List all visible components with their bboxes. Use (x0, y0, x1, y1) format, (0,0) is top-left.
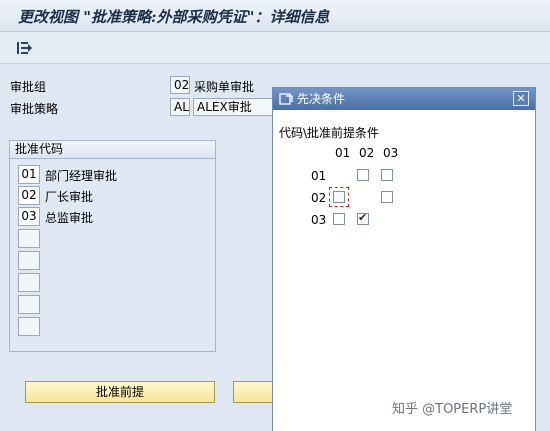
approval-strategy-desc: ALEX审批 (193, 98, 273, 116)
release-codes-panel: 批准代码 01 部门经理审批 02 厂长审批 03 总监审批 (9, 140, 216, 352)
release-code-cell-empty[interactable] (18, 229, 40, 248)
approval-group-desc: 采购单审批 (194, 80, 255, 94)
list-item[interactable]: 03 总监审批 (18, 207, 208, 227)
release-code-cell-empty[interactable] (18, 317, 40, 336)
close-button[interactable]: ✕ (513, 91, 529, 106)
release-code-cell[interactable]: 03 (18, 207, 40, 226)
column-header: 03 (383, 146, 399, 160)
dialog-title-bar: 先决条件 ✕ (273, 88, 535, 110)
release-code-desc: 总监审批 (45, 211, 94, 225)
list-item[interactable]: 02 厂长审批 (18, 186, 208, 206)
release-prerequisites-button[interactable]: 批准前提 (25, 381, 215, 403)
list-item[interactable] (18, 229, 208, 249)
list-item[interactable] (18, 273, 208, 293)
prerequisite-checkbox[interactable] (333, 191, 345, 203)
row-header: 02 (311, 191, 327, 205)
window-title: 更改视图 "批准策略:外部采购凭证"：详细信息 (18, 8, 330, 26)
prerequisites-dialog: 先决条件 ✕ 代码\批准前提条件 01 02 03 01 02 03 (272, 87, 536, 431)
prerequisite-checkbox-checked[interactable] (357, 211, 369, 225)
toolbar (0, 32, 550, 64)
release-codes-title: 批准代码 (10, 141, 215, 159)
release-code-desc: 厂长审批 (45, 190, 94, 204)
prerequisite-checkbox[interactable] (381, 191, 393, 203)
window-icon (279, 93, 293, 105)
watermark: 知乎 @TOPERP讲堂 (392, 402, 513, 417)
release-code-cell-empty[interactable] (18, 295, 40, 314)
row-header: 01 (311, 169, 327, 183)
prerequisite-checkbox[interactable] (381, 169, 393, 181)
approval-strategy-code: AL (170, 98, 190, 116)
row-header: 03 (311, 213, 327, 227)
release-code-cell-empty[interactable] (18, 273, 40, 292)
table-return-icon[interactable] (16, 40, 34, 56)
prerequisite-checkbox[interactable] (357, 169, 369, 181)
approval-group-code: 02 (170, 76, 190, 94)
prerequisite-checkbox[interactable] (333, 213, 345, 225)
release-code-cell[interactable]: 02 (18, 186, 40, 205)
list-item[interactable] (18, 317, 208, 337)
release-code-cell[interactable]: 01 (18, 165, 40, 184)
list-item[interactable] (18, 295, 208, 315)
list-item[interactable] (18, 251, 208, 271)
title-bar: 更改视图 "批准策略:外部采购凭证"：详细信息 (0, 0, 550, 32)
dialog-title: 先决条件 (297, 92, 346, 106)
column-header: 02 (359, 146, 375, 160)
column-header: 01 (335, 146, 351, 160)
approval-group-label: 审批组 (10, 80, 47, 94)
list-item[interactable]: 01 部门经理审批 (18, 165, 208, 185)
release-code-desc: 部门经理审批 (45, 169, 118, 183)
prerequisite-header-label: 代码\批准前提条件 (279, 126, 380, 140)
release-code-cell-empty[interactable] (18, 251, 40, 270)
approval-strategy-label: 审批策略 (10, 102, 59, 116)
